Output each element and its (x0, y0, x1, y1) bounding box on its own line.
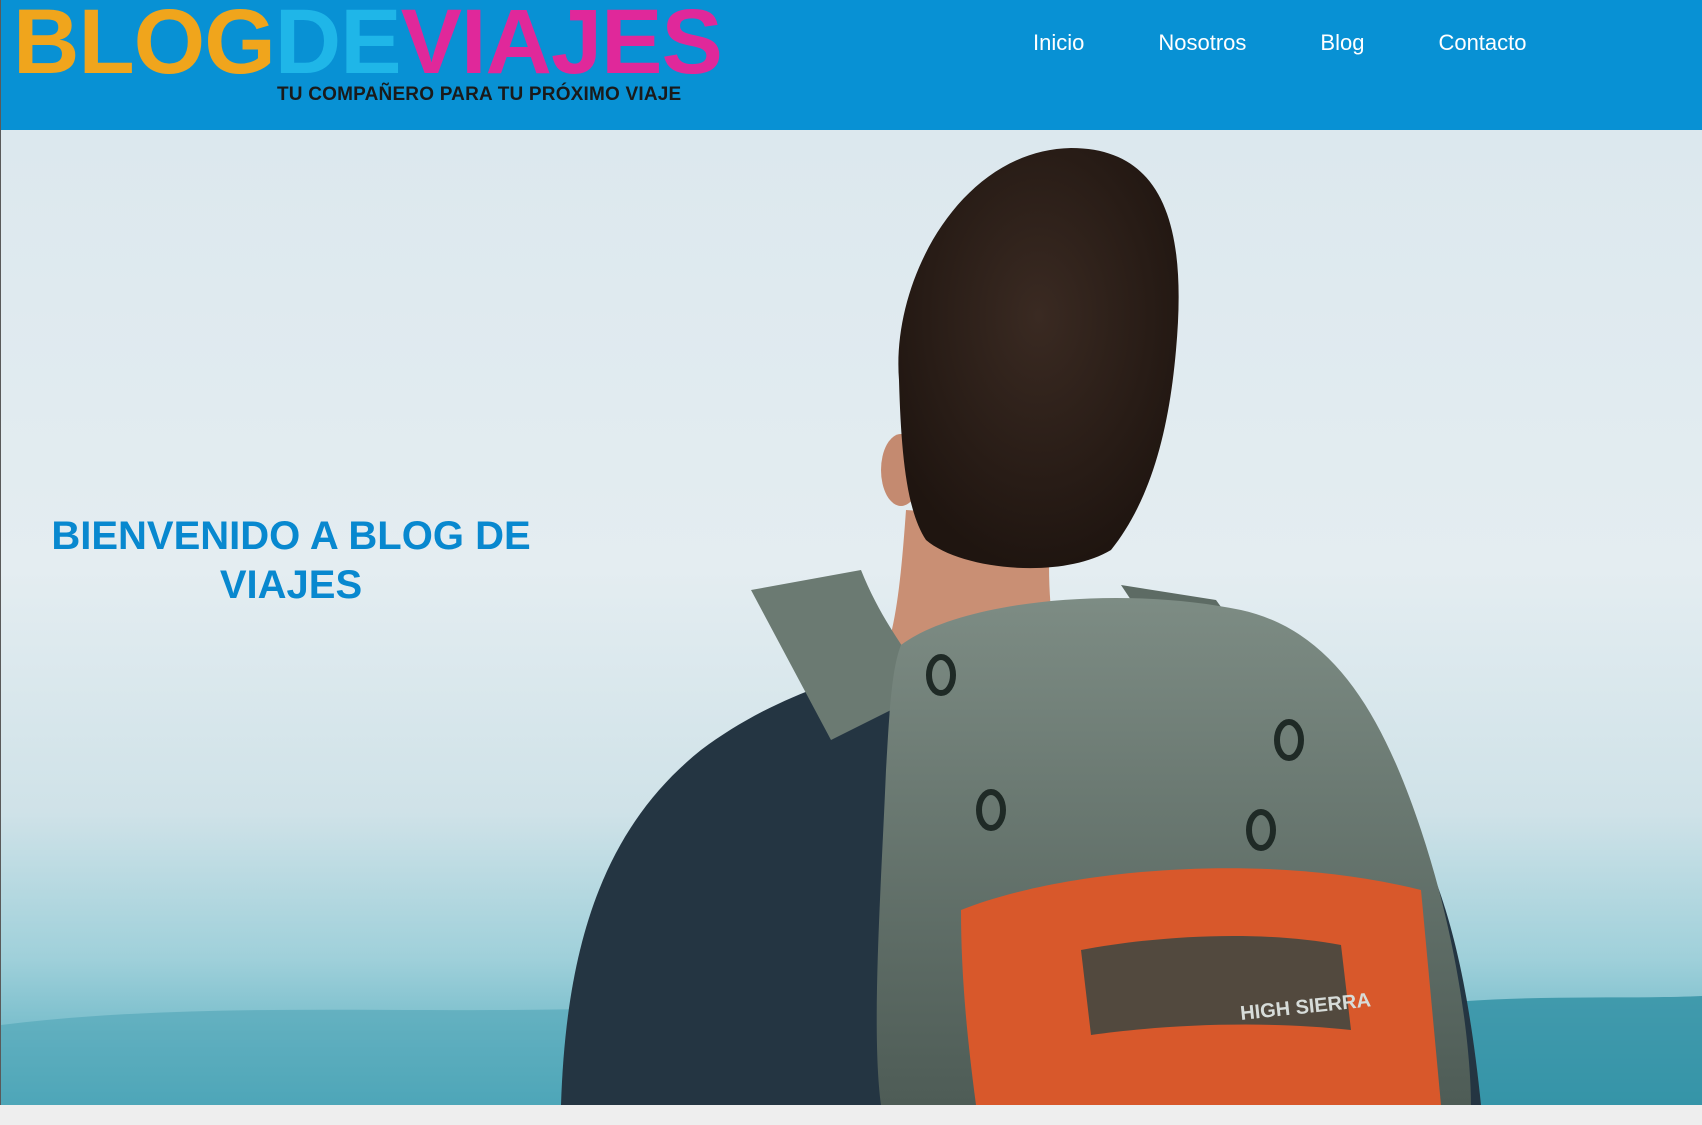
logo-part-blog: BLOG (13, 0, 276, 93)
footer-strip (0, 1105, 1702, 1125)
logo-tagline: TU COMPAÑERO PARA TU PRÓXIMO VIAJE (277, 84, 682, 105)
hero-title: BIENVENIDO A BLOG DE VIAJES (51, 513, 531, 607)
main-nav: Inicio Nosotros Blog Contacto (1001, 28, 1527, 58)
logo-wordmark: BLOGDEVIAJES (13, 0, 723, 93)
site-logo[interactable]: BLOGDEVIAJES TU COMPAÑERO PARA TU PRÓXIM… (13, 0, 733, 110)
hero-image: HIGH SIERRA (1, 130, 1702, 1105)
site-header: BLOGDEVIAJES TU COMPAÑERO PARA TU PRÓXIM… (0, 0, 1702, 130)
nav-item-inicio[interactable]: Inicio (1033, 28, 1084, 58)
nav-item-contacto[interactable]: Contacto (1438, 28, 1526, 58)
logo-part-viajes: VIAJES (400, 0, 723, 93)
nav-item-nosotros[interactable]: Nosotros (1158, 28, 1246, 58)
hero-section: HIGH SIERRA BIENVENIDO A BLOG DE VIAJES (0, 130, 1702, 1105)
logo-part-de: DE (274, 0, 402, 93)
nav-item-blog[interactable]: Blog (1320, 28, 1364, 58)
